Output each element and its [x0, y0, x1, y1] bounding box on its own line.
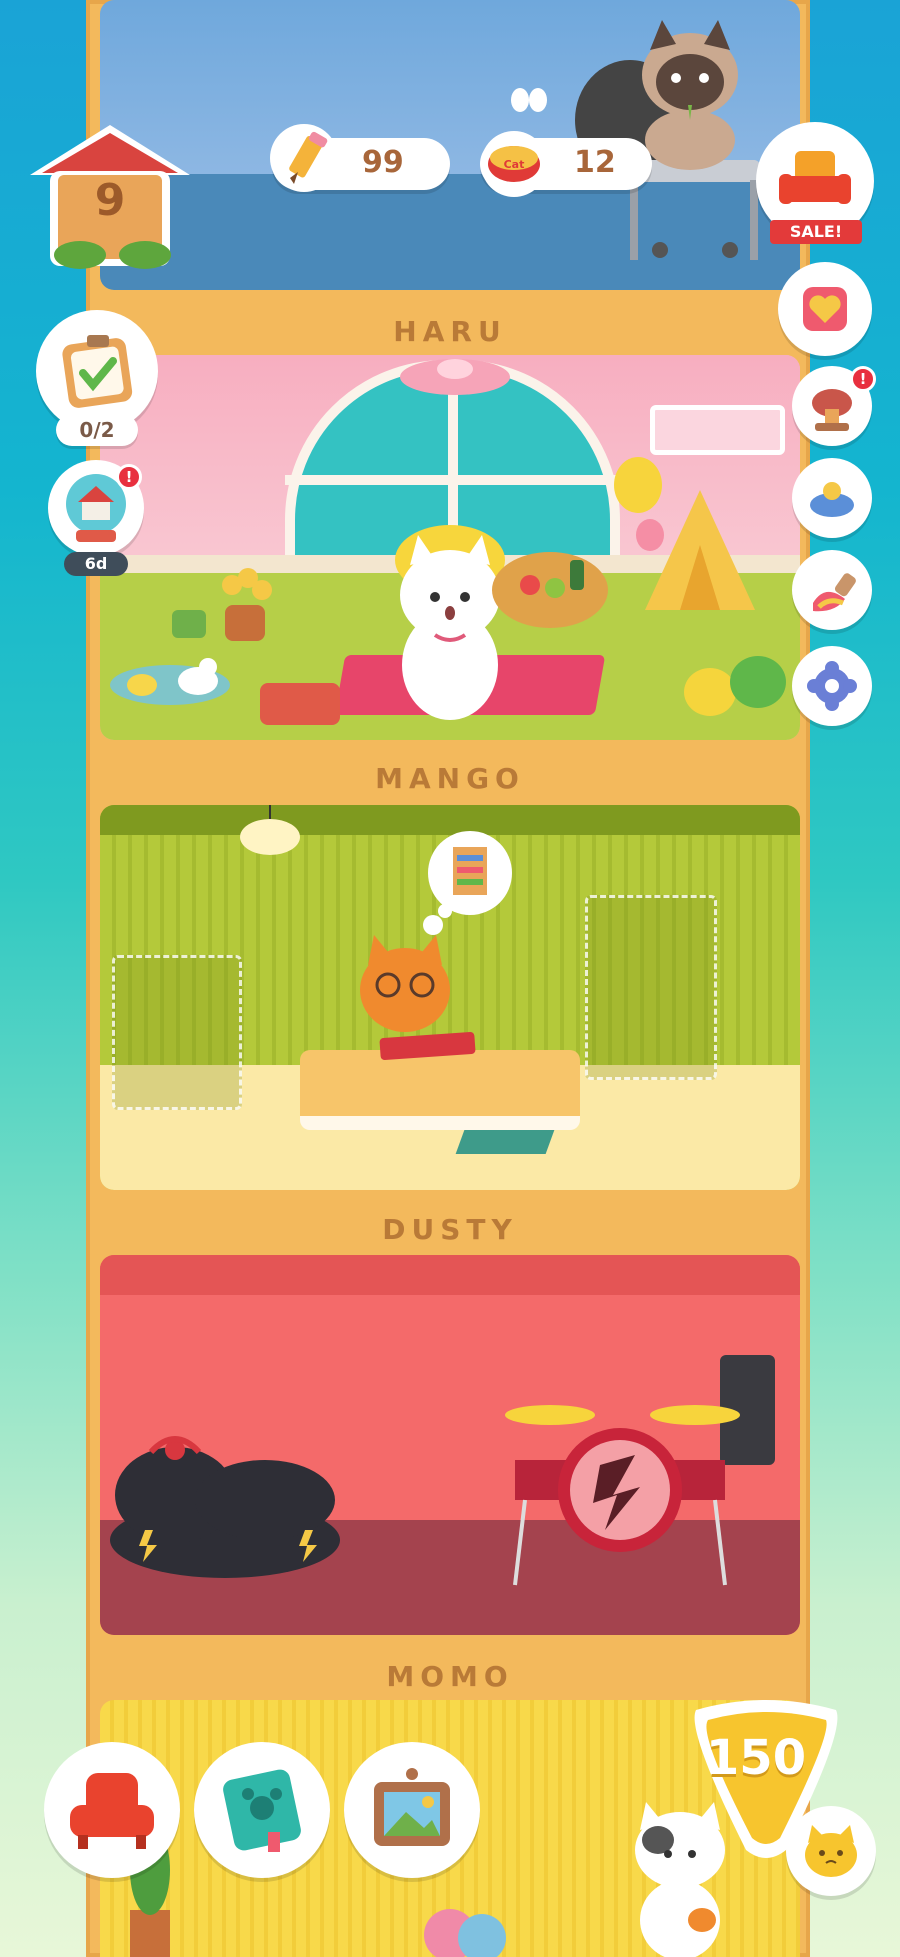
- quest-progress: 0/2: [79, 418, 115, 442]
- momo-cat[interactable]: [610, 1800, 750, 1957]
- room-mango[interactable]: [100, 805, 800, 1190]
- butterfly: [511, 88, 547, 112]
- wall-frame: [650, 405, 785, 455]
- stamp-alert-badge: !: [850, 366, 876, 392]
- event-timer: 6d: [84, 554, 108, 573]
- mango-cat[interactable]: [350, 935, 460, 1045]
- balloons: [614, 457, 664, 551]
- house-level-value: 9: [94, 175, 126, 226]
- ducks: [127, 658, 218, 696]
- empty-slot-left[interactable]: [112, 955, 242, 1110]
- cat-food-can-icon: Cat: [481, 131, 547, 197]
- sofa-shop-icon: [779, 151, 851, 204]
- floor-cushion: [455, 1130, 555, 1154]
- furniture-button[interactable]: [44, 1742, 180, 1878]
- pencil-count: 99: [362, 145, 404, 180]
- pencil-icon: [270, 124, 338, 192]
- kotatsu-table: [300, 1050, 580, 1130]
- gallery-button[interactable]: [344, 1742, 480, 1878]
- gear-icon: [807, 661, 857, 711]
- event-alert-badge: !: [116, 464, 142, 490]
- svg-text:Cat: Cat: [504, 158, 525, 171]
- room-label-dusty: DUSTY: [382, 1213, 518, 1246]
- quest-progress-pill: 0/2: [56, 414, 138, 446]
- house-level-button[interactable]: 9: [20, 115, 200, 275]
- flower-lamp: [400, 359, 510, 395]
- clipboard-check-icon: [62, 335, 133, 408]
- yarn-balls: [424, 1909, 506, 1957]
- empty-slot-right[interactable]: [585, 895, 717, 1080]
- figure-button[interactable]: [792, 458, 872, 538]
- room-dusty[interactable]: [100, 1255, 800, 1635]
- picnic-basket: [492, 552, 608, 628]
- heart-gift-icon: [803, 287, 847, 331]
- paint-brush-icon: [813, 573, 856, 612]
- can-count: 12: [574, 145, 616, 180]
- cat-lamp: [240, 805, 300, 855]
- top-room[interactable]: [100, 0, 800, 290]
- room-label-momo: MOMO: [386, 1660, 514, 1693]
- paint-button[interactable]: [792, 550, 872, 630]
- catbook-button[interactable]: [194, 1742, 330, 1878]
- room-haru[interactable]: [100, 355, 800, 740]
- frog-and-chick: [684, 656, 786, 716]
- dusty-cat[interactable]: [105, 1430, 375, 1580]
- cat-book-icon: [223, 1769, 301, 1852]
- gift-button[interactable]: [778, 262, 872, 356]
- cat-face-button[interactable]: [786, 1806, 876, 1896]
- armchair-icon: [70, 1773, 154, 1849]
- drum-kit[interactable]: [505, 1355, 795, 1595]
- figure-icon: [810, 482, 854, 517]
- sale-badge: SALE!: [770, 220, 862, 244]
- thought-bubble: [423, 831, 512, 935]
- picture-frame-icon: [374, 1768, 450, 1846]
- event-timer-pill: 6d: [64, 552, 128, 576]
- stamp-icon: [812, 389, 852, 431]
- radio: [260, 683, 340, 725]
- plants: [172, 568, 272, 641]
- room-label-mango: MANGO: [375, 762, 525, 795]
- currency-amount: 150: [705, 1730, 807, 1786]
- sale-label: SALE!: [789, 222, 843, 241]
- cat-face-icon: [805, 1825, 857, 1877]
- settings-button[interactable]: [792, 646, 872, 726]
